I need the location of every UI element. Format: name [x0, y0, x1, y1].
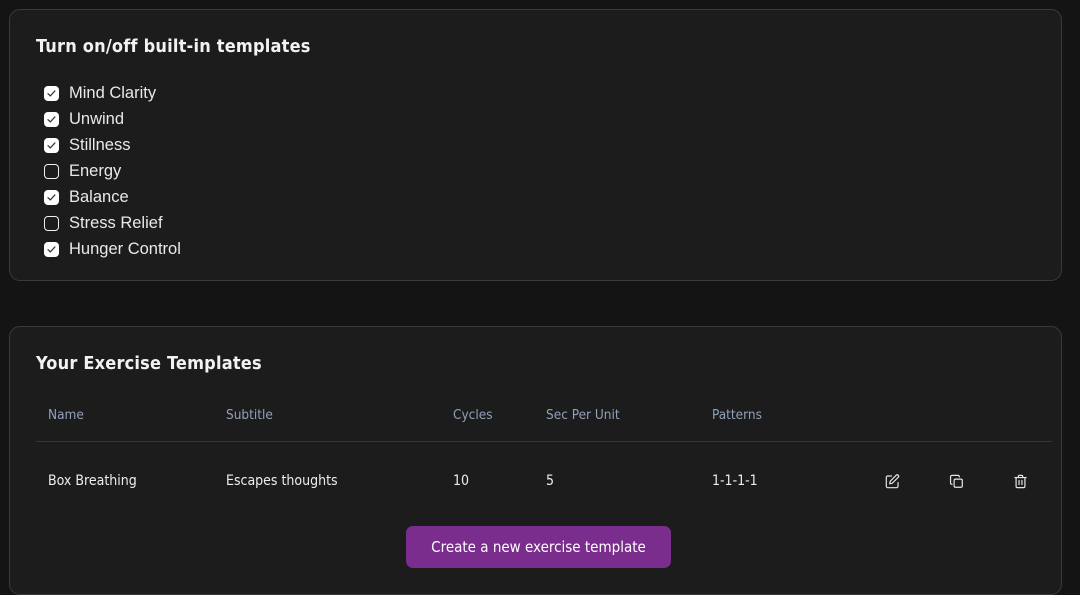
template-toggle-label: Balance	[69, 188, 129, 207]
column-header-cycles: Cycles	[453, 407, 493, 423]
cell-sec-per-unit: 5	[546, 473, 555, 489]
template-toggle-stillness[interactable]: Stillness	[44, 134, 1061, 157]
cell-name: Box Breathing	[48, 473, 137, 489]
template-toggle-energy[interactable]: Energy	[44, 160, 1061, 183]
exercise-templates-card: Your Exercise Templates Name Subtitle Cy…	[9, 326, 1062, 595]
template-toggle-label: Energy	[69, 162, 122, 181]
template-toggle-label: Stillness	[69, 136, 131, 155]
checkbox-checked-icon[interactable]	[44, 190, 59, 205]
edit-template-button[interactable]	[879, 468, 905, 494]
builtin-templates-title: Turn on/off built-in templates	[36, 36, 311, 57]
cell-edit-action	[860, 442, 924, 495]
column-header-subtitle: Subtitle	[226, 407, 273, 423]
edit-icon	[884, 473, 901, 490]
cell-cycles: 10	[453, 473, 470, 489]
template-toggle-balance[interactable]: Balance	[44, 186, 1061, 209]
cell-subtitle: Escapes thoughts	[226, 473, 338, 489]
cell-patterns: 1-1-1-1	[712, 473, 758, 489]
column-header-name: Name	[48, 407, 84, 423]
cell-delete-action	[988, 442, 1052, 495]
settings-page: Turn on/off built-in templates Mind Clar…	[0, 0, 1080, 595]
column-header-edit-action	[860, 407, 924, 442]
column-header-sec-per-unit: Sec Per Unit	[546, 407, 620, 423]
builtin-templates-card: Turn on/off built-in templates Mind Clar…	[9, 9, 1062, 281]
builtin-templates-list: Mind Clarity Unwind Stillness Energy Bal…	[36, 82, 1061, 261]
exercise-templates-title: Your Exercise Templates	[36, 353, 262, 374]
checkbox-checked-icon[interactable]	[44, 112, 59, 127]
column-header-patterns: Patterns	[712, 407, 762, 423]
template-toggle-stress-relief[interactable]: Stress Relief	[44, 212, 1061, 235]
checkbox-unchecked-icon[interactable]	[44, 164, 59, 179]
exercise-templates-table: Name Subtitle Cycles Sec Per Unit Patter…	[36, 407, 1052, 494]
checkbox-unchecked-icon[interactable]	[44, 216, 59, 231]
template-toggle-hunger-control[interactable]: Hunger Control	[44, 238, 1061, 261]
template-toggle-label: Mind Clarity	[69, 84, 157, 103]
cell-duplicate-action	[924, 442, 988, 495]
checkbox-checked-icon[interactable]	[44, 138, 59, 153]
column-header-duplicate-action	[924, 407, 988, 442]
create-exercise-template-button[interactable]: Create a new exercise template	[406, 526, 671, 568]
delete-template-button[interactable]	[1007, 468, 1033, 494]
duplicate-icon	[948, 473, 965, 490]
delete-icon	[1012, 473, 1029, 490]
template-toggle-unwind[interactable]: Unwind	[44, 108, 1061, 131]
table-header: Name Subtitle Cycles Sec Per Unit Patter…	[36, 407, 1052, 442]
create-button-container: Create a new exercise template	[36, 526, 1041, 568]
table-body: Box Breathing Escapes thoughts 10 5 1-1-…	[36, 442, 1052, 495]
template-toggle-label: Stress Relief	[69, 214, 163, 233]
table-row: Box Breathing Escapes thoughts 10 5 1-1-…	[36, 442, 1052, 495]
duplicate-template-button[interactable]	[943, 468, 969, 494]
table-header-row: Name Subtitle Cycles Sec Per Unit Patter…	[36, 407, 1052, 442]
checkbox-checked-icon[interactable]	[44, 242, 59, 257]
template-toggle-label: Hunger Control	[69, 240, 181, 259]
template-toggle-mind-clarity[interactable]: Mind Clarity	[44, 82, 1061, 105]
checkbox-checked-icon[interactable]	[44, 86, 59, 101]
template-toggle-label: Unwind	[69, 110, 125, 129]
column-header-delete-action	[988, 407, 1052, 442]
